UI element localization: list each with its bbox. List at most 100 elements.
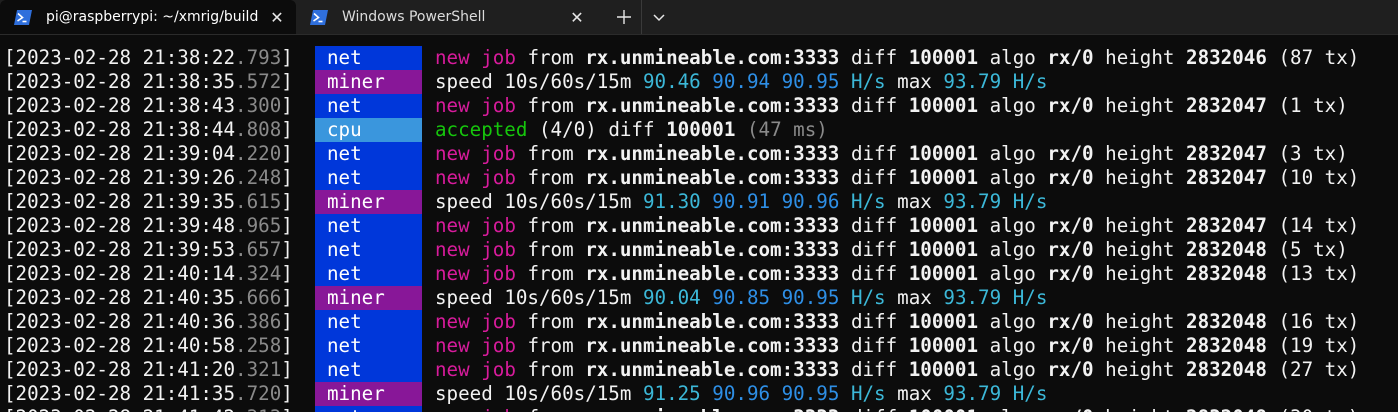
timestamp-seconds: [2023-02-28 21:41:42 bbox=[4, 406, 235, 412]
pool-host: rx.unmineable.com:3333 bbox=[585, 310, 840, 333]
word-algo: algo bbox=[989, 142, 1036, 165]
timestamp-seconds: [2023-02-28 21:40:58 bbox=[4, 334, 236, 357]
tx-count: (5 tx) bbox=[1278, 238, 1348, 261]
timestamp-seconds: [2023-02-28 21:41:35 bbox=[4, 382, 236, 405]
speed-60s: 90.91 bbox=[712, 190, 771, 213]
difficulty-value: 100001 bbox=[908, 334, 979, 357]
log-timestamp: [2023-02-28 21:38:22.793] bbox=[4, 46, 293, 70]
tx-count: (13 tx) bbox=[1278, 262, 1360, 285]
tx-count: (30 tx) bbox=[1278, 406, 1359, 412]
height-value: 2832048 bbox=[1186, 262, 1267, 285]
difficulty-value: 100001 bbox=[908, 358, 979, 381]
hashrate-unit: H/s bbox=[850, 382, 886, 405]
height-value: 2832048 bbox=[1186, 334, 1267, 357]
close-icon[interactable]: ✕ bbox=[568, 8, 586, 27]
word-height: height bbox=[1105, 94, 1175, 117]
word-job: job bbox=[481, 214, 516, 237]
log-line: [2023-02-28 21:41:35.720] miner speed 10s/… bbox=[0, 382, 1398, 406]
word-diff: diff bbox=[608, 118, 655, 141]
tx-count: (27 tx) bbox=[1278, 358, 1360, 381]
hashrate-unit: H/s bbox=[1012, 70, 1048, 93]
word-height: height bbox=[1105, 166, 1175, 189]
log-tag-net: net bbox=[315, 334, 422, 358]
word-new: new bbox=[435, 166, 470, 189]
log-line: [2023-02-28 21:38:44.808] cpu accepted (4/… bbox=[0, 118, 1398, 142]
word-height: height bbox=[1105, 334, 1175, 357]
word-max: max bbox=[897, 190, 932, 213]
timestamp-millis: .324 bbox=[235, 262, 282, 285]
terminal-output[interactable]: [2023-02-28 21:38:22.793] net new job from… bbox=[0, 46, 1398, 412]
log-tag-net: net bbox=[315, 406, 422, 412]
log-timestamp: [2023-02-28 21:38:35.572] bbox=[4, 70, 293, 94]
timestamp-millis: .793 bbox=[235, 46, 282, 69]
speed-max: 93.79 bbox=[943, 190, 1002, 213]
timestamp-seconds: [2023-02-28 21:39:35 bbox=[4, 190, 236, 213]
speed-15m: 90.95 bbox=[781, 70, 840, 93]
log-message: speed 10s/60s/15m 91.25 90.96 90.95 H/s … bbox=[435, 382, 1047, 406]
timestamp-millis: .313 bbox=[235, 406, 281, 412]
word-new: new bbox=[435, 142, 470, 165]
log-timestamp: [2023-02-28 21:38:44.808] bbox=[4, 118, 293, 142]
tab-dropdown-button[interactable] bbox=[642, 0, 676, 34]
word-accepted: accepted bbox=[435, 118, 528, 141]
timestamp-bracket: ] bbox=[281, 334, 293, 357]
log-line: [2023-02-28 21:40:14.324] net new job from… bbox=[0, 262, 1398, 286]
word-algo: algo bbox=[990, 406, 1036, 412]
log-timestamp: [2023-02-28 21:41:42.313] bbox=[4, 406, 293, 412]
log-timestamp: [2023-02-28 21:39:04.220] bbox=[4, 142, 293, 166]
algo-value: rx/0 bbox=[1047, 358, 1094, 381]
word-job: job bbox=[481, 310, 516, 333]
algo-value: rx/0 bbox=[1047, 406, 1093, 412]
algo-value: rx/0 bbox=[1047, 310, 1094, 333]
word-height: height bbox=[1105, 46, 1175, 69]
word-new: new bbox=[435, 406, 470, 412]
pool-host: rx.unmineable.com:3333 bbox=[585, 166, 840, 189]
log-message: new job from rx.unmineable.com:3333 diff… bbox=[435, 310, 1359, 334]
tab-terminal[interactable]: pi@raspberrypi: ~/xmrig/build ✕ bbox=[0, 0, 296, 34]
algo-value: rx/0 bbox=[1047, 94, 1094, 117]
word-new: new bbox=[435, 310, 470, 333]
timestamp-seconds: [2023-02-28 21:41:20 bbox=[4, 358, 236, 381]
timestamp-seconds: [2023-02-28 21:38:44 bbox=[4, 118, 236, 141]
height-value: 2832047 bbox=[1186, 142, 1267, 165]
speed-15m: 90.95 bbox=[781, 382, 840, 405]
log-message: new job from rx.unmineable.com:3333 diff… bbox=[435, 46, 1359, 70]
pool-host: rx.unmineable.com:3333 bbox=[585, 334, 840, 357]
timestamp-bracket: ] bbox=[281, 142, 293, 165]
speed-max: 93.79 bbox=[943, 286, 1002, 309]
difficulty-value: 100001 bbox=[908, 238, 979, 261]
new-tab-button[interactable] bbox=[606, 0, 642, 34]
speed-10s: 90.46 bbox=[642, 70, 701, 93]
log-message: new job from rx.unmineable.com:3333 diff… bbox=[435, 406, 1359, 412]
word-diff: diff bbox=[850, 334, 898, 357]
word-algo: algo bbox=[989, 262, 1036, 285]
word-from: from bbox=[527, 238, 574, 261]
tab-powershell[interactable]: Windows PowerShell ✕ bbox=[296, 0, 596, 34]
word-from: from bbox=[527, 166, 574, 189]
timestamp-millis: .220 bbox=[235, 142, 282, 165]
word-diff: diff bbox=[850, 46, 898, 69]
word-algo: algo bbox=[989, 94, 1036, 117]
height-value: 2832047 bbox=[1186, 94, 1267, 117]
word-height: height bbox=[1105, 142, 1175, 165]
word-from: from bbox=[527, 358, 574, 381]
close-icon[interactable]: ✕ bbox=[268, 8, 286, 27]
difficulty-value: 100001 bbox=[908, 310, 979, 333]
word-job: job bbox=[481, 358, 516, 381]
log-timestamp: [2023-02-28 21:39:48.965] bbox=[4, 214, 293, 238]
hashrate-unit: H/s bbox=[850, 70, 886, 93]
word-from: from bbox=[527, 46, 574, 69]
difficulty-value: 100001 bbox=[908, 94, 979, 117]
timestamp-millis: .720 bbox=[235, 382, 282, 405]
hashrate-unit: H/s bbox=[1012, 286, 1048, 309]
word-job: job bbox=[481, 238, 516, 261]
log-timestamp: [2023-02-28 21:39:35.615] bbox=[4, 190, 293, 214]
speed-max: 93.79 bbox=[943, 70, 1002, 93]
log-message: speed 10s/60s/15m 91.30 90.91 90.96 H/s … bbox=[435, 190, 1047, 214]
share-count: (4/0) bbox=[538, 118, 597, 141]
timestamp-seconds: [2023-02-28 21:38:35 bbox=[4, 70, 236, 93]
timestamp-seconds: [2023-02-28 21:40:35 bbox=[4, 286, 236, 309]
log-message: new job from rx.unmineable.com:3333 diff… bbox=[435, 334, 1359, 358]
word-diff: diff bbox=[850, 214, 898, 237]
speed-15m: 90.95 bbox=[781, 286, 840, 309]
